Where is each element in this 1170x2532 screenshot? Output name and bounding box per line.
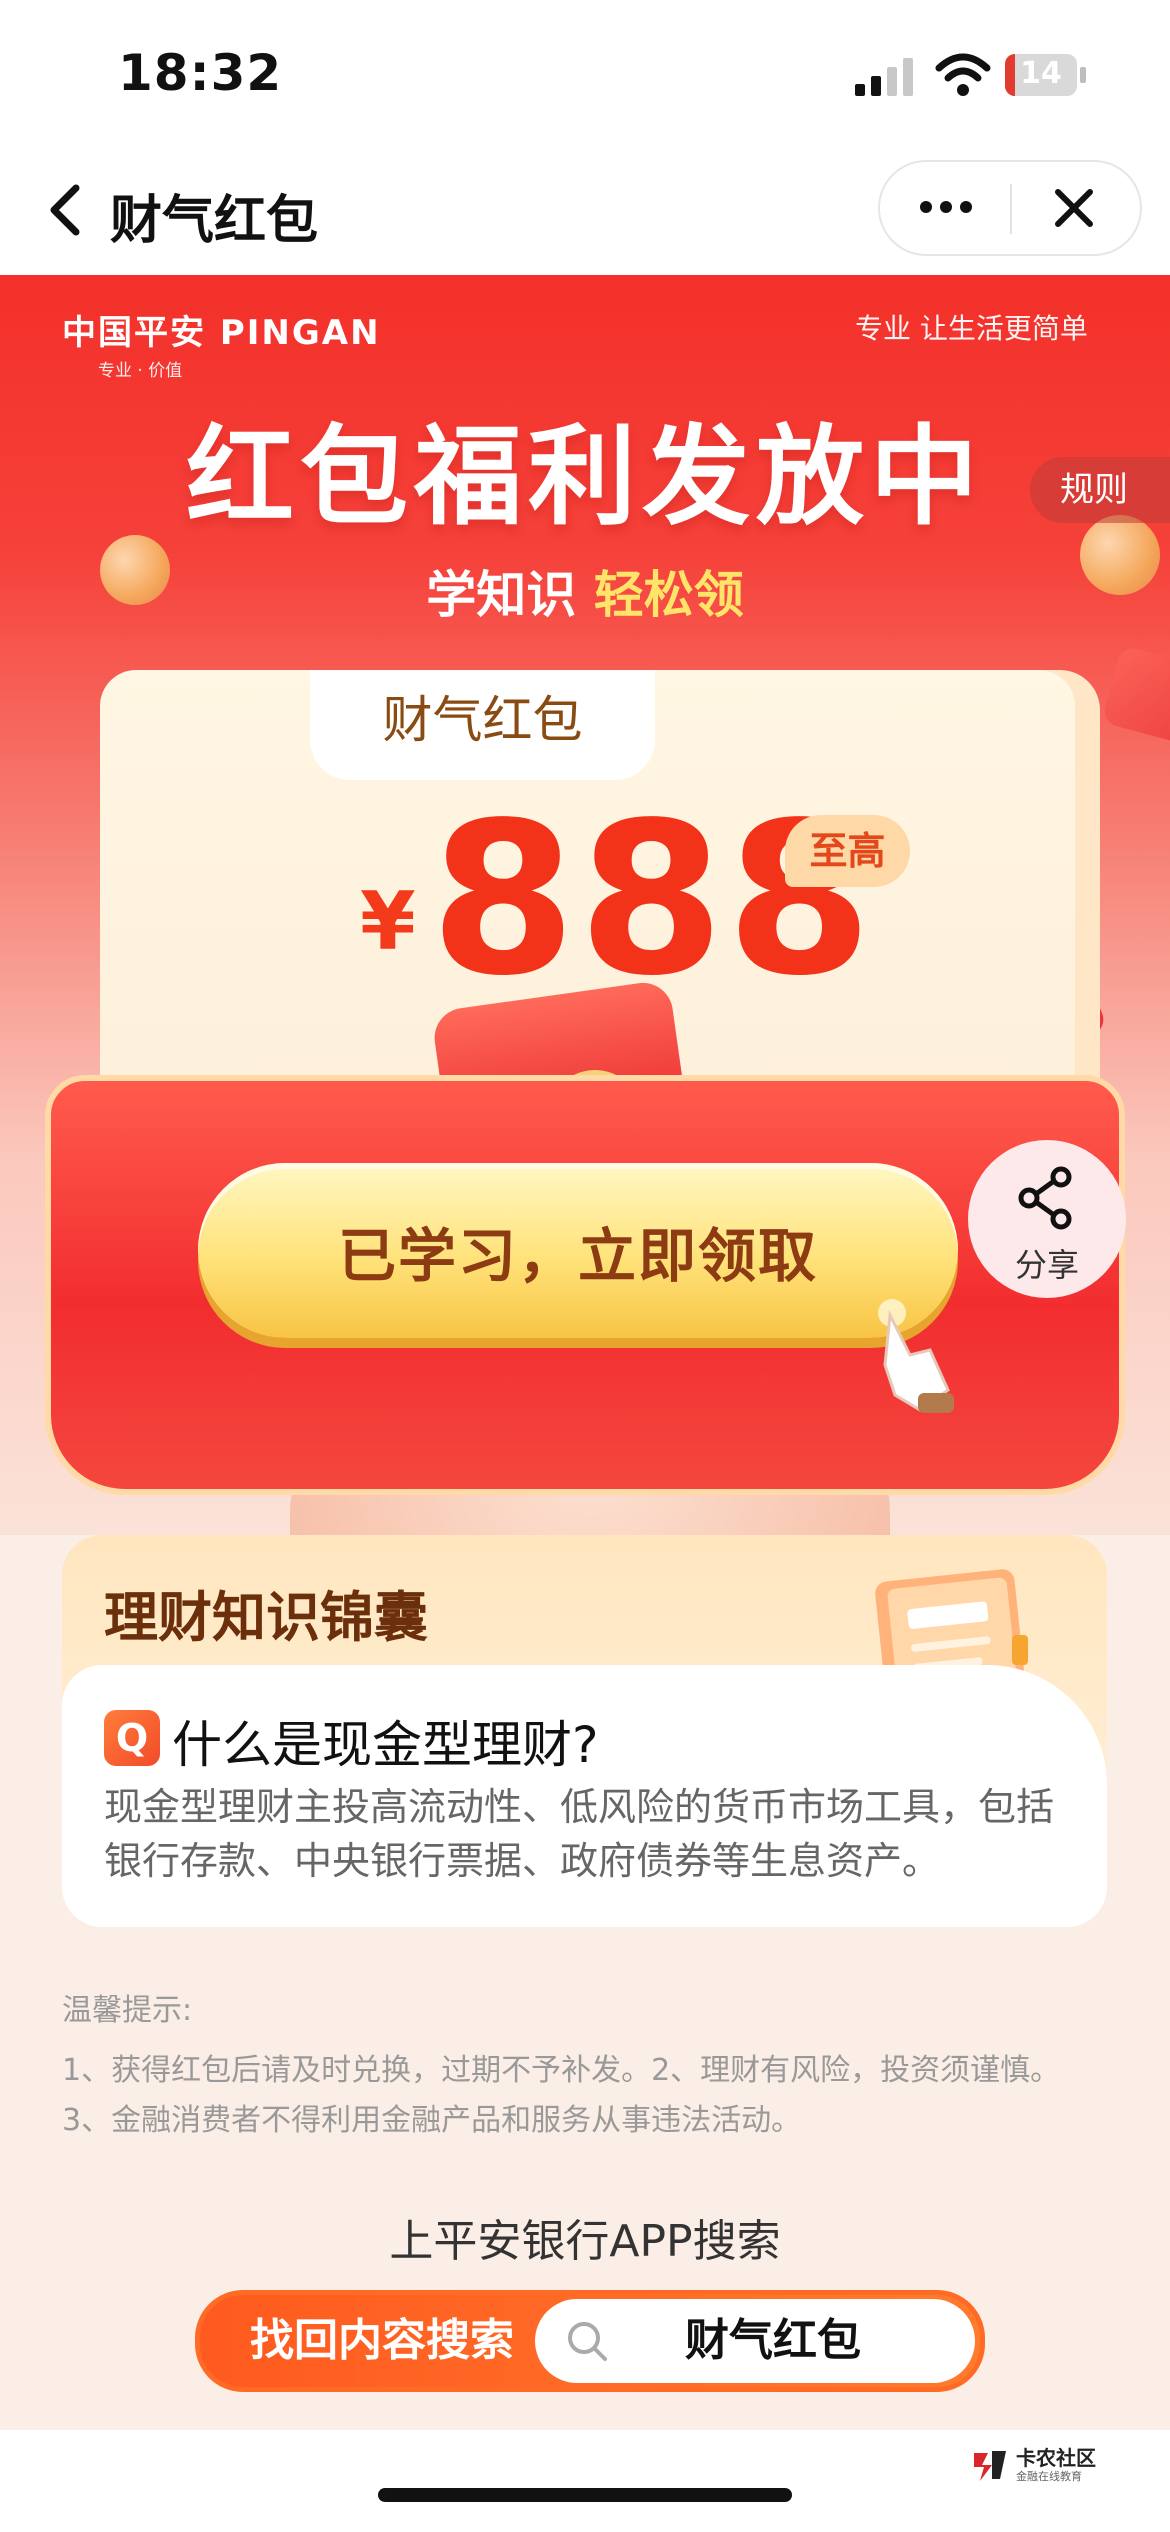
rules-button[interactable]: 规则 [1030,457,1170,523]
battery-body: 14 [1005,54,1077,96]
share-icon [1018,1166,1072,1230]
watermark: 卡农社区 金融在线教育 [970,2440,1150,2490]
close-icon[interactable] [1050,184,1098,232]
search-keyword: 财气红包 [685,2315,861,2366]
tips-line: 1、获得红包后请及时兑换，过期不予补发。2、理财有风险，投资须谨慎。 [62,2053,1061,2088]
answer-text: 现金型理财主投高流动性、低风险的货币市场工具，包括银行存款、中央银行票据、政府债… [104,1785,1055,1883]
tips-title: 温馨提示: [62,1993,193,2028]
question-text: 什么是现金型理财? [172,1716,599,1774]
subtitle-part1: 学知识 [426,566,577,624]
hero-subtitle: 学知识 轻松领 [0,555,1170,627]
subtitle-part2: 轻松领 [593,566,744,624]
status-time: 18:32 [118,44,283,102]
share-label: 分享 [1014,1247,1079,1283]
cellular-signal-icon [855,58,913,96]
mini-program-capsule [878,160,1142,256]
search-input[interactable]: 财气红包 [535,2299,975,2383]
brand-logo: 中国平安 PINGAN 专业 · 价值 [62,305,381,381]
brand-slogan: 专业 让生活更简单 [855,312,1088,345]
search-bar[interactable]: 找回内容搜索 财气红包 [195,2290,985,2392]
brand-name: 中国平安 PINGAN [62,313,381,353]
page-title: 财气红包 [110,191,319,251]
share-button[interactable]: 分享 [968,1140,1126,1298]
question-badge: Q [104,1710,160,1766]
card-tab-label: 财气红包 [310,670,655,780]
nav-bar: 财气红包 [0,150,1170,275]
status-bar: 18:32 14 [0,0,1170,150]
knowledge-title: 理财知识锦囊 [104,1586,428,1649]
battery-level: 14 [1020,56,1062,91]
back-chevron-icon[interactable] [40,180,90,240]
battery-tip [1080,67,1086,83]
search-hint: 上平安银行APP搜索 [389,2216,781,2267]
decor-envelope [1101,644,1170,746]
watermark-logo-icon [974,2451,1006,2481]
knowledge-card: 理财知识锦囊 Q 什么是现金型理财? 现金型理财主投高流动性、低风险的货币市场工… [62,1535,1107,1927]
brand-tagline: 专业 · 价值 [98,361,183,381]
wifi-icon [935,53,991,96]
battery-icon: 14 [1005,54,1087,96]
home-indicator[interactable] [378,2488,792,2502]
max-badge: 至高 [785,815,910,887]
claim-button[interactable]: 已学习，立即领取 [198,1163,958,1338]
watermark-name: 卡农社区 [1016,2446,1096,2470]
hero-title: 红包福利发放中 [185,415,984,540]
tips-line: 3、金融消费者不得利用金融产品和服务从事违法活动。 [62,2103,802,2138]
currency-symbol: ¥ [360,875,416,968]
watermark-sub: 金融在线教育 [1016,2470,1082,2483]
knowledge-content: Q 什么是现金型理财? 现金型理财主投高流动性、低风险的货币市场工具，包括银行存… [62,1665,1107,1927]
more-icon[interactable] [916,192,976,222]
search-icon [568,2322,607,2361]
search-left-label: 找回内容搜索 [250,2315,514,2366]
capsule-divider [1010,184,1012,234]
pointer-hand-icon [878,1299,954,1413]
hero-section: 中国平安 PINGAN 专业 · 价值 专业 让生活更简单 红包福利发放中 规则… [0,275,1170,1535]
